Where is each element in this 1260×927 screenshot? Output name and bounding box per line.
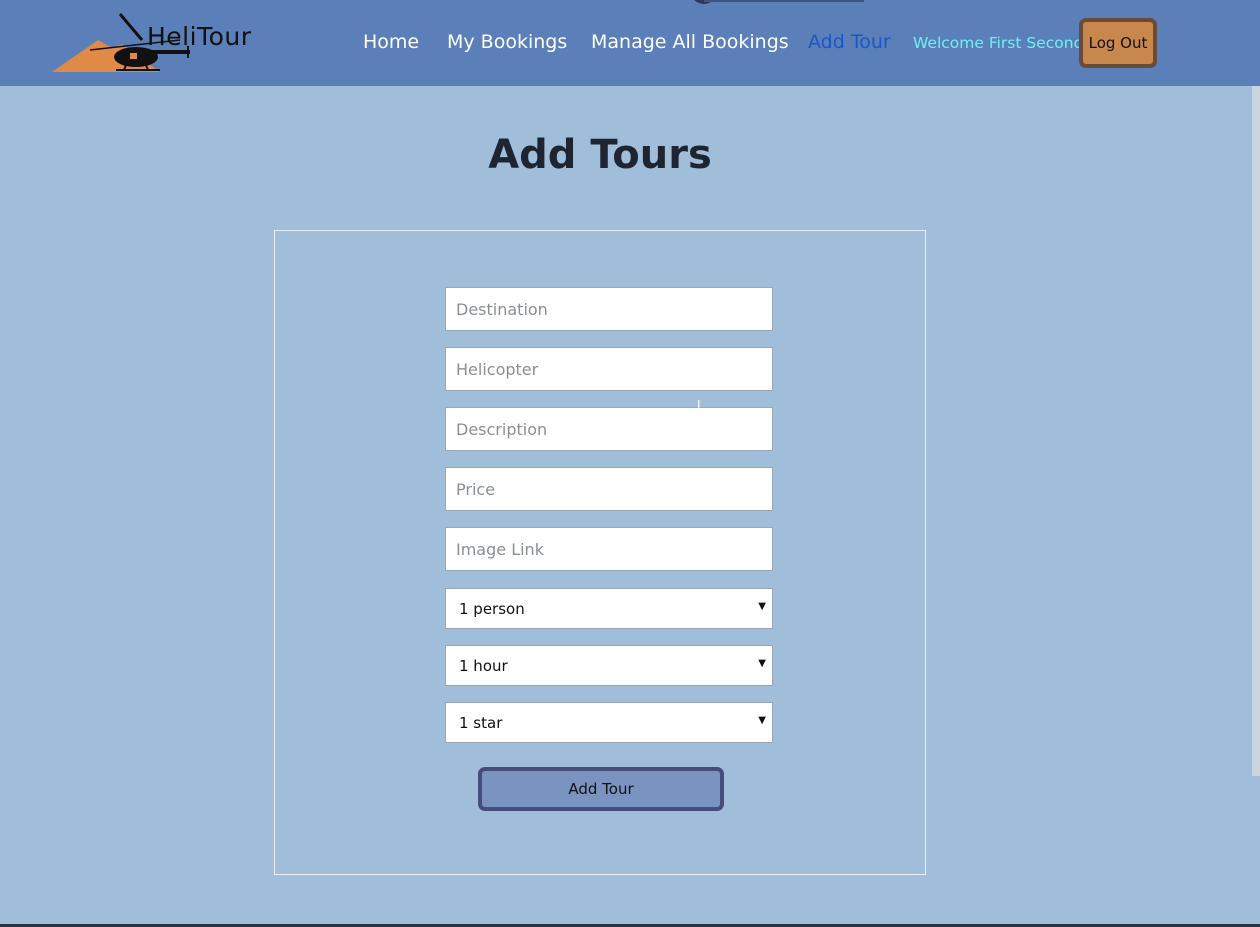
brand-name: HeliTour (147, 22, 252, 51)
nav-manage-all-bookings[interactable]: Manage All Bookings (591, 31, 789, 53)
text-cursor-icon: I (697, 398, 701, 412)
rating-select-value: 1 star (459, 714, 503, 732)
add-tour-form: 1 person ▼ 1 hour ▼ 1 star ▼ Add Tour (274, 230, 926, 875)
rating-select[interactable]: 1 star ▼ (445, 702, 773, 743)
chevron-down-icon: ▼ (758, 658, 766, 669)
capacity-select-value: 1 person (459, 600, 525, 618)
page: HeliTour Home My Bookings Manage All Boo… (0, 0, 1260, 927)
logout-button[interactable]: Log Out (1079, 18, 1157, 68)
helicopter-input[interactable] (445, 347, 773, 391)
destination-input[interactable] (445, 287, 773, 331)
decor-line (704, 0, 864, 2)
nav-home[interactable]: Home (363, 31, 419, 53)
duration-select[interactable]: 1 hour ▼ (445, 645, 773, 686)
navbar: HeliTour Home My Bookings Manage All Boo… (0, 0, 1260, 86)
description-input[interactable] (445, 407, 773, 451)
page-title: Add Tours (488, 132, 712, 178)
chevron-down-icon: ▼ (758, 601, 766, 612)
welcome-message: Welcome First Second (913, 34, 1084, 52)
chevron-down-icon: ▼ (758, 715, 766, 726)
duration-select-value: 1 hour (459, 657, 508, 675)
brand-logo[interactable]: HeliTour (50, 10, 265, 76)
price-input[interactable] (445, 467, 773, 511)
capacity-select[interactable]: 1 person ▼ (445, 588, 773, 629)
add-tour-button[interactable]: Add Tour (478, 767, 724, 811)
nav-add-tour[interactable]: Add Tour (808, 31, 891, 53)
image-link-input[interactable] (445, 527, 773, 571)
scrollbar[interactable] (1252, 86, 1260, 776)
nav-my-bookings[interactable]: My Bookings (447, 31, 567, 53)
